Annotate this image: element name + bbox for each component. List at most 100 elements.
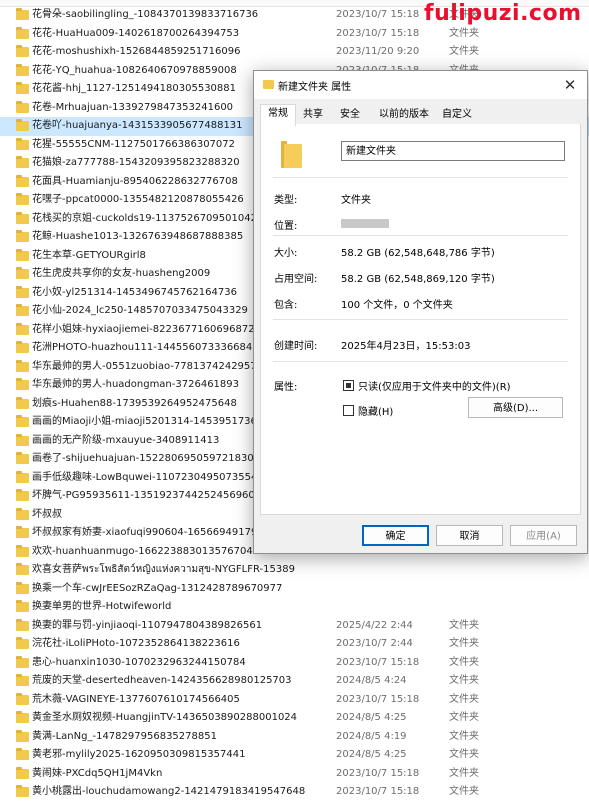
size-value: 58.2 GB (62,548,648,786 字节) [341,248,495,259]
size-label: 大小: [274,248,298,259]
dialog-titlebar[interactable]: 新建文件夹 属性 ✕ [254,71,587,99]
file-date: 2023/10/7 15:18 [336,767,420,779]
divider [273,319,568,320]
folder-icon [16,655,29,668]
close-icon[interactable]: ✕ [559,74,581,96]
folder-icon [16,267,29,279]
folder-icon [16,341,29,353]
file-row[interactable]: 换妻单男的世界-Hotwifeworld [0,598,589,617]
file-row[interactable]: 黄小桃露出-louchudamowang2-142147918341954764… [0,783,589,802]
file-row[interactable]: 花花-moshushixh-1526844859251716096 2023/11… [0,43,589,62]
tab-sharing[interactable]: 共享 [297,106,329,124]
created-value: 2025年4月23日，15:53:03 [341,341,471,352]
file-type: 文件夹 [449,712,479,723]
folder-icon [16,637,29,649]
file-row[interactable]: 花花-HuaHua009-1402618700264394753 2023/10/… [0,25,589,44]
folder-icon [16,174,29,187]
folder-icon [16,748,29,760]
file-name: 换妻单男的世界-Hotwifeworld [32,601,172,612]
dialog-title: 新建文件夹 属性 [278,82,352,93]
file-type: 文件夹 [449,27,479,39]
tab-general[interactable]: 常规 [260,104,296,126]
file-row[interactable]: 欢喜女菩萨พระโพธิสัตว์หญิงแห่งความสุข-NYGFLFR… [0,561,589,580]
file-name: 患心-huanxin1030-1070232963244150784 [32,656,246,668]
file-date: 2023/10/7 15:18 [336,656,420,668]
folder-icon [16,692,29,705]
tab-security[interactable]: 安全 [333,106,367,124]
hidden-label: 隐藏(H) [358,407,394,418]
attributes-label: 属性: [274,382,298,393]
folder-icon [16,729,29,742]
folder-icon [16,507,29,520]
file-name: 浣花社-iLoliPHoto-1072352864138223616 [32,638,240,649]
tab-strip: 常规 共享 安全 以前的版本 自定义 [260,104,581,126]
folder-icon [16,674,29,686]
large-folder-icon [281,141,302,168]
general-panel: 新建文件夹 类型: 文件夹 位置: 大小: 58.2 GB (62,548,64… [260,124,581,515]
file-name: 黄满-LanNg_-1478297956835278851 [32,730,217,742]
folder-icon [16,489,29,501]
file-date: 2024/8/5 4:24 [336,675,407,686]
file-type: 文件夹 [449,619,479,631]
file-type: 文件夹 [449,675,479,686]
folder-icon [16,415,29,427]
file-date: 2023/10/7 15:18 [336,786,420,797]
tab-customize[interactable]: 自定义 [438,106,476,124]
properties-dialog: 新建文件夹 属性 ✕ 常规 共享 安全 以前的版本 自定义 新建文件夹 类型: … [253,70,588,554]
hidden-checkbox[interactable] [343,405,354,416]
size-on-disk-value: 58.2 GB (62,548,869,120 字节) [341,274,495,285]
folder-icon [16,230,29,242]
file-row[interactable]: 换乘一个车-cwJrEESozRZaQag-1312428789670977 [0,580,589,599]
folder-icon [16,26,29,39]
file-name: 荒废的天堂-desertedheaven-1424356628980125703 [32,675,292,686]
file-row[interactable]: 换妻的罪与罚-yinjiaoqi-1107947804389826561 2025… [0,617,589,636]
file-row[interactable]: 荒废的天堂-desertedheaven-1424356628980125703… [0,672,589,691]
watermark: fulipuzi.com [424,1,582,26]
file-name: 花花-moshushixh-1526844859251716096 [32,46,241,57]
file-type: 文件夹 [449,749,479,760]
cancel-button[interactable]: 取消 [436,525,503,546]
folder-icon [16,600,29,612]
file-date: 2024/8/5 4:19 [336,730,407,742]
file-row[interactable]: 黄老邪-mylily2025-1620950309815357441 2024/8… [0,746,589,765]
folder-icon [16,396,29,409]
readonly-checkbox[interactable] [343,380,354,391]
file-name: 荒木薇-VAGINEYE-1377607610174566405 [32,693,240,705]
file-date: 2023/11/20 9:20 [336,46,420,57]
file-date: 2023/10/7 2:44 [336,638,413,649]
file-row[interactable]: 黄满-LanNg_-1478297956835278851 2024/8/5 4:… [0,728,589,747]
ok-button[interactable]: 确定 [362,525,429,546]
folder-icon [16,63,29,76]
file-name: 花花-HuaHua009-1402618700264394753 [32,27,240,39]
folder-icon [16,322,29,335]
folder-icon [16,119,29,131]
folder-icon [16,526,29,538]
divider [273,361,568,362]
folder-icon [16,100,29,113]
file-row[interactable]: 黄闹妹-PXCdq5QH1jM4Vkn 2023/10/7 15:18 文件夹 [0,765,589,784]
advanced-button[interactable]: 高级(D)... [468,397,563,418]
folder-icon [16,711,29,723]
file-type: 文件夹 [449,46,479,57]
file-row[interactable]: 荒木薇-VAGINEYE-1377607610174566405 2023/10/… [0,691,589,710]
divider [273,235,568,236]
file-row[interactable]: 浣花社-iLoliPHoto-1072352864138223616 2023/1… [0,635,589,654]
folder-icon [16,82,29,94]
file-type: 文件夹 [449,767,479,779]
contains-value: 100 个文件，0 个文件夹 [341,300,453,311]
file-date: 2023/10/7 15:18 [336,9,420,20]
file-row[interactable]: 黄金圣水厕奴视频-HuangjinTV-1436503890288001024 2… [0,709,589,728]
folder-icon [16,156,29,168]
folder-icon [263,80,274,89]
folder-icon [16,563,29,575]
file-type: 文件夹 [449,638,479,649]
file-name: 换乘一个车-cwJrEESozRZaQag-1312428789670977 [32,582,283,594]
file-type: 文件夹 [449,786,479,797]
file-type: 文件夹 [449,693,479,705]
divider [273,177,568,178]
file-row[interactable]: 患心-huanxin1030-1070232963244150784 2023/1… [0,654,589,673]
file-name: 黄小桃露出-louchudamowang2-142147918341954764… [32,786,306,797]
tab-previous-versions[interactable]: 以前的版本 [373,106,435,124]
folder-name-input[interactable]: 新建文件夹 [341,141,565,161]
apply-button[interactable]: 应用(A) [510,525,577,546]
